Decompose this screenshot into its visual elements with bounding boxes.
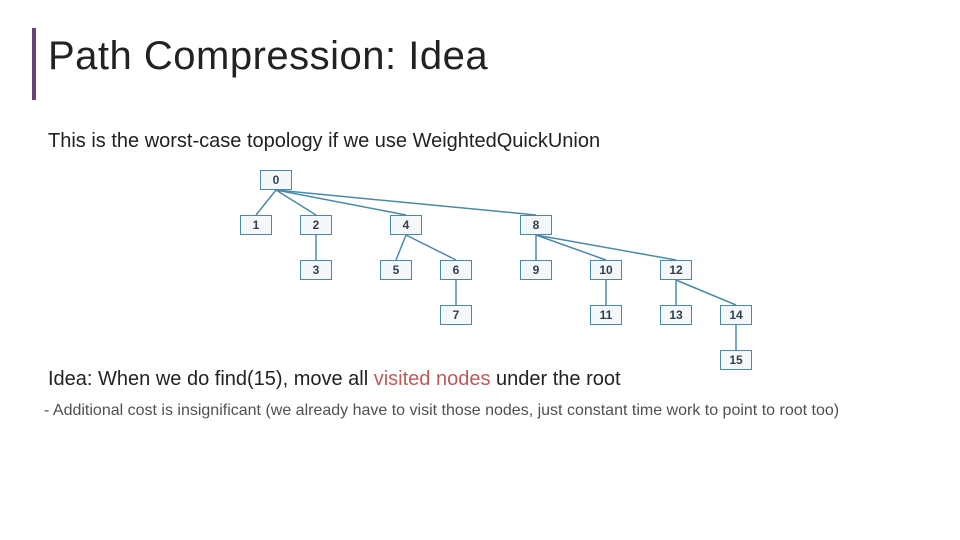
idea-visited-phrase: visited nodes <box>374 368 491 390</box>
tree-node-7: 7 <box>440 305 472 325</box>
tree-node-1: 1 <box>240 215 272 235</box>
idea-prefix: Idea: When we do find(15), move all <box>48 368 374 390</box>
tree-node-12: 12 <box>660 260 692 280</box>
bullet-text: Additional cost is insignificant (we alr… <box>53 402 839 419</box>
tree-node-15: 15 <box>720 350 752 370</box>
tree-node-6: 6 <box>440 260 472 280</box>
tree-node-5: 5 <box>380 260 412 280</box>
tree-node-4: 4 <box>390 215 422 235</box>
tree-node-2: 2 <box>300 215 332 235</box>
tree-node-13: 13 <box>660 305 692 325</box>
tree-node-8: 8 <box>520 215 552 235</box>
bullet-dash: - <box>44 402 53 419</box>
tree-node-3: 3 <box>300 260 332 280</box>
tree-node-10: 10 <box>590 260 622 280</box>
tree-edges <box>0 0 960 540</box>
tree-node-11: 11 <box>590 305 622 325</box>
tree-node-14: 14 <box>720 305 752 325</box>
idea-suffix: under the root <box>490 368 620 390</box>
bullet-note: - Additional cost is insignificant (we a… <box>56 400 916 422</box>
tree-node-0: 0 <box>260 170 292 190</box>
tree-diagram: 0 1 2 4 8 3 5 6 9 10 12 7 11 13 14 15 <box>0 0 960 540</box>
tree-node-9: 9 <box>520 260 552 280</box>
idea-text: Idea: When we do find(15), move all visi… <box>48 368 621 391</box>
